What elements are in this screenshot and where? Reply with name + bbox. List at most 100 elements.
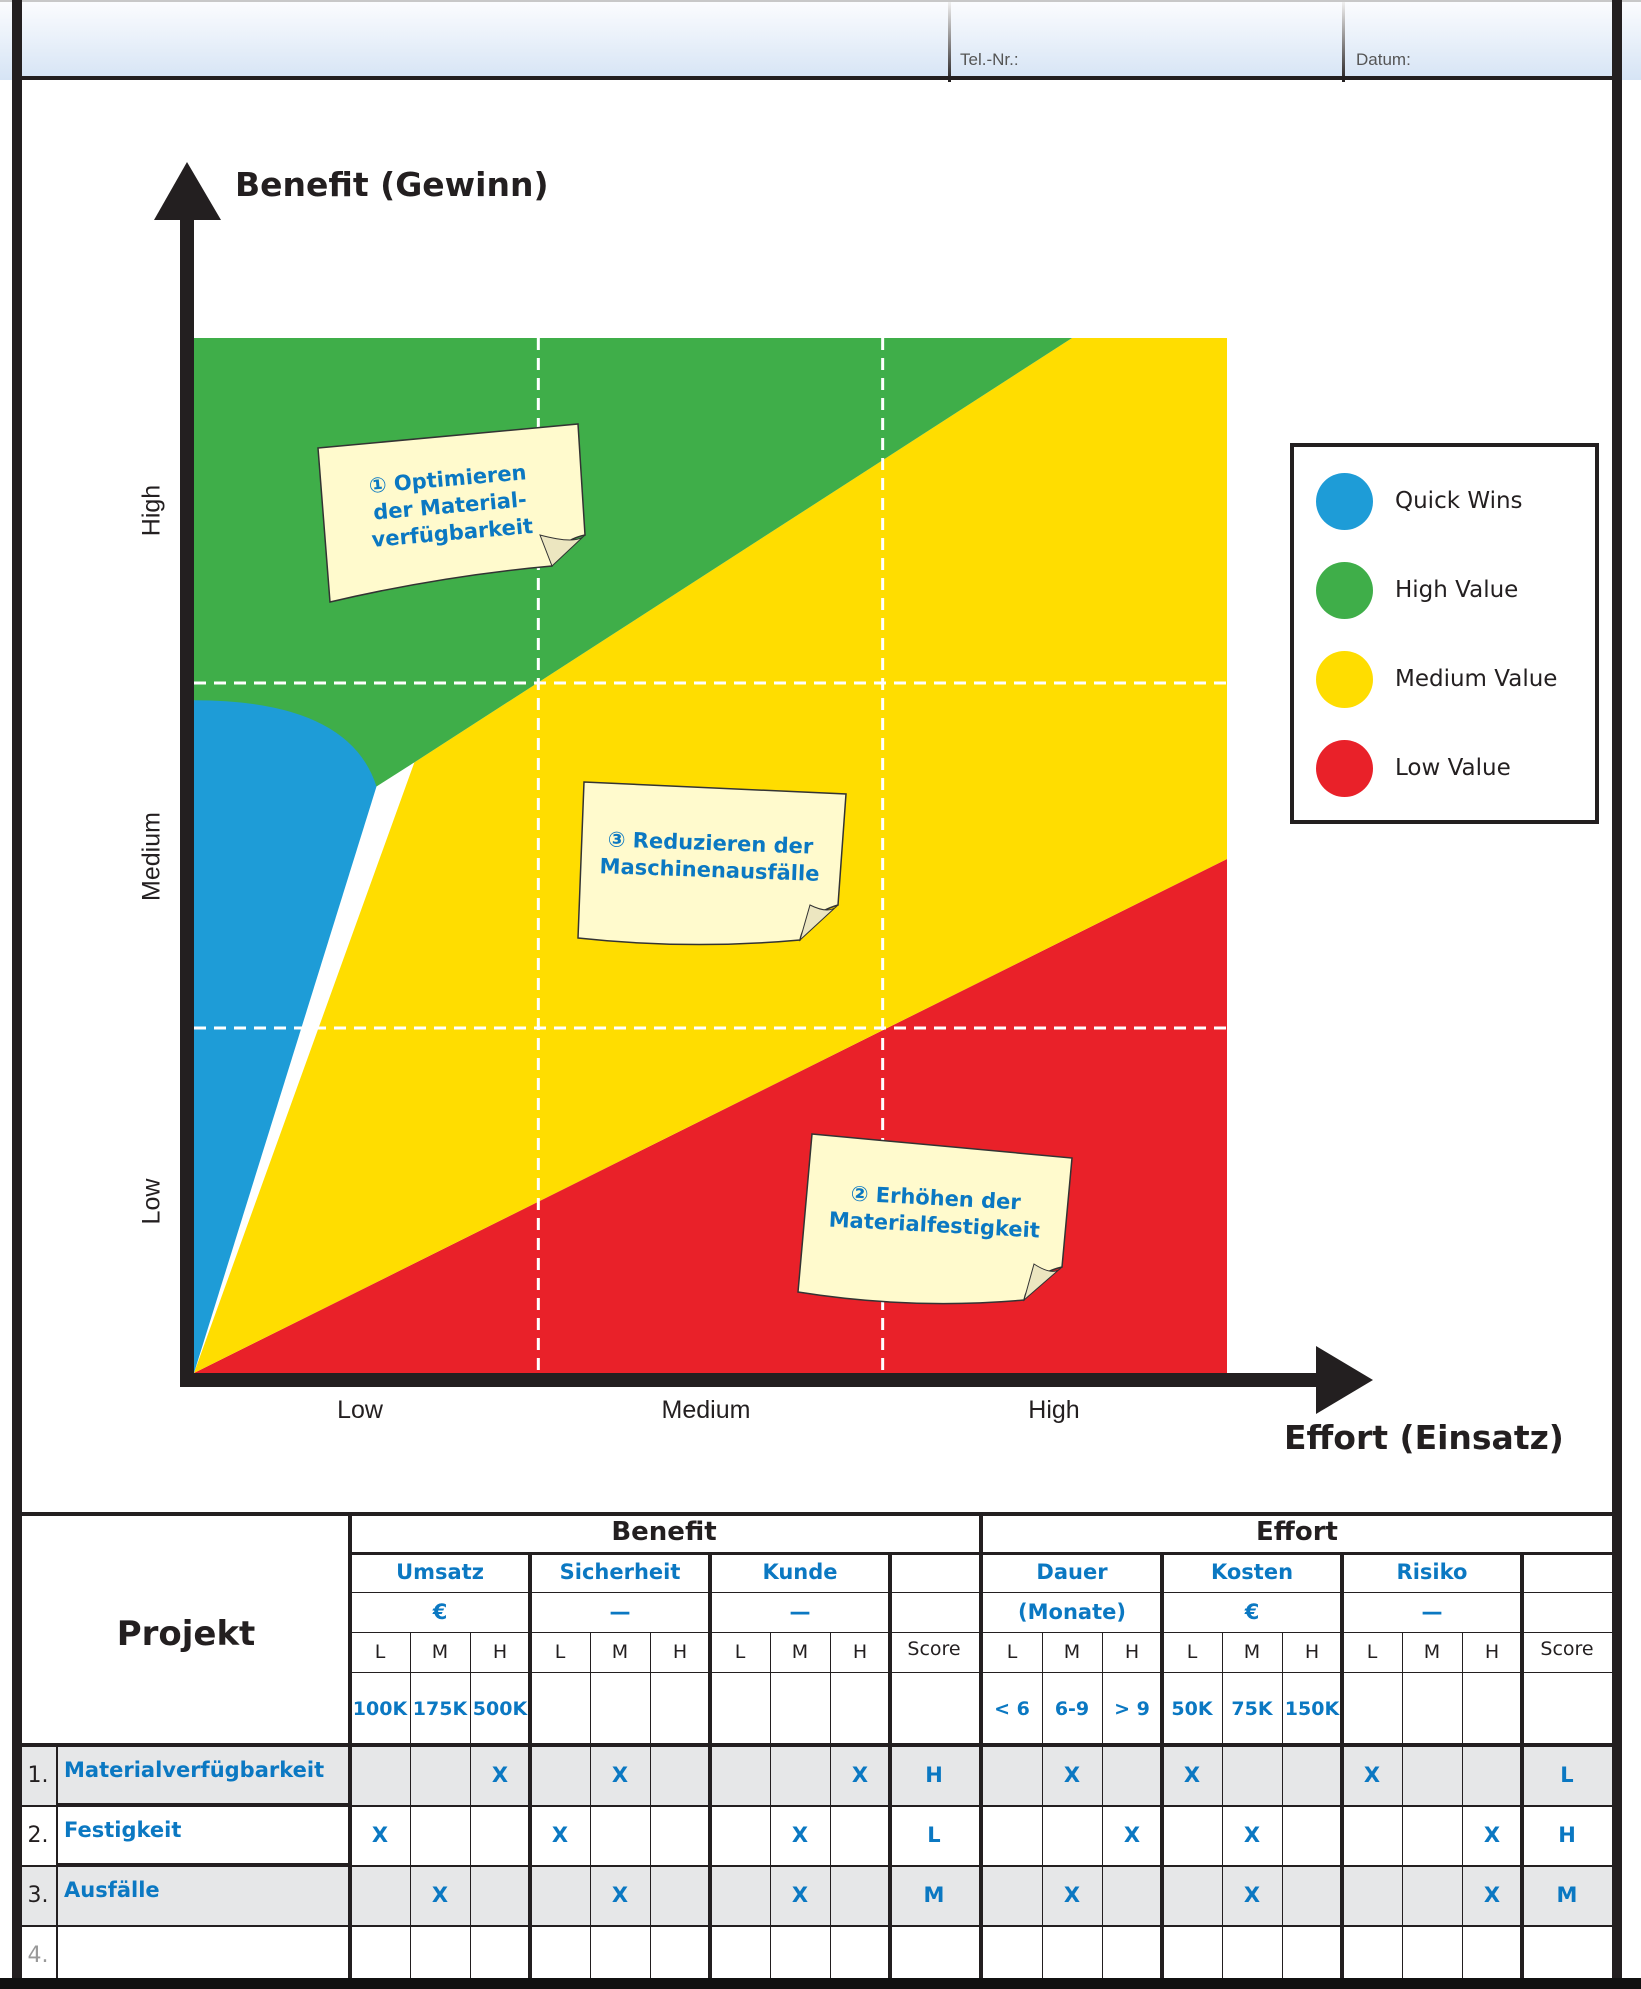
benefit-cell (770, 1745, 830, 1805)
effort-criterion-name: Kosten (1210, 1560, 1294, 1584)
effort-criterion-unit: € (1244, 1600, 1260, 1624)
effort-cell: X (1243, 1823, 1261, 1847)
table-col-rule (979, 1512, 983, 1978)
effort-cell (1402, 1805, 1462, 1865)
level-label: L (1006, 1641, 1018, 1663)
legend-dot-icon (1316, 561, 1373, 619)
level-label: L (1366, 1641, 1378, 1663)
effort-cell (982, 1805, 1042, 1865)
level-label: H (492, 1641, 508, 1663)
table-border-top (22, 1512, 1612, 1516)
benefit-cell (650, 1805, 710, 1865)
effort-cell (1222, 1925, 1282, 1985)
effort-cell (1402, 1745, 1462, 1805)
threshold-value (530, 1672, 590, 1745)
threshold-value: 50K (1171, 1697, 1213, 1720)
threshold-value: > 9 (1114, 1697, 1150, 1720)
frame-border-left (12, 0, 22, 1989)
table-col-rule (1160, 1552, 1164, 1978)
benefit-cell (350, 1745, 410, 1805)
table-col-rule (1340, 1552, 1344, 1978)
x-tick-high: High (1028, 1396, 1080, 1424)
threshold-value: 175K (412, 1697, 468, 1720)
benefit-cell (350, 1865, 410, 1925)
frame-border-right (1612, 0, 1622, 1989)
benefit-cell (590, 1805, 650, 1865)
effort-cell (1102, 1865, 1162, 1925)
benefit-cell (650, 1865, 710, 1925)
effort-cell (1342, 1925, 1402, 1985)
table-col-rule (830, 1632, 831, 1978)
benefit-cell: X (371, 1823, 389, 1847)
effort-cell (1342, 1865, 1402, 1925)
table-col-rule (708, 1552, 712, 1978)
effort-cell (1402, 1925, 1462, 1985)
level-label: H (672, 1641, 688, 1663)
table-col-rule (348, 1512, 352, 1978)
table-rule (58, 1863, 350, 1867)
x-axis-line (180, 1373, 1320, 1387)
threshold-value (1402, 1672, 1462, 1745)
benefit-cell (530, 1745, 590, 1805)
benefit-score-header: Score (907, 1637, 961, 1660)
benefit-header: Benefit (611, 1517, 717, 1547)
effort-criterion-name: Dauer (1036, 1560, 1108, 1584)
effort-cell (1222, 1745, 1282, 1805)
benefit-cell (650, 1745, 710, 1805)
level-label: M (611, 1641, 629, 1663)
note-3: ③ Reduzieren der Maschinenausfälle (589, 826, 831, 888)
level-label: L (374, 1641, 386, 1663)
table-col-rule (1462, 1632, 1463, 1978)
effort-cell (1282, 1745, 1342, 1805)
table-col-rule (650, 1632, 651, 1978)
x-axis-title: Effort (Einsatz) (1284, 1418, 1564, 1457)
y-tick-high: High (137, 484, 166, 537)
row-number: 2. (27, 1822, 49, 1848)
effort-cell (1102, 1925, 1162, 1985)
threshold-value: 75K (1231, 1697, 1273, 1720)
legend-item-low-value: Low Value (1316, 739, 1511, 797)
effort-cell (982, 1865, 1042, 1925)
legend-label: Quick Wins (1395, 488, 1523, 514)
level-label: H (852, 1641, 868, 1663)
table-col-rule (470, 1632, 471, 1978)
table-col-rule (1520, 1552, 1524, 1978)
project-name (58, 1925, 350, 1985)
effort-cell: X (1243, 1883, 1261, 1907)
benefit-cell: X (851, 1763, 869, 1787)
threshold-value: 500K (472, 1697, 528, 1720)
benefit-cell (710, 1865, 770, 1925)
y-tick-medium: Medium (137, 812, 166, 901)
benefit-cell (410, 1745, 470, 1805)
project-header: Projekt (116, 1613, 256, 1654)
row-number: 1. (27, 1762, 49, 1788)
benefit-score: L (927, 1823, 941, 1847)
effort-cell: X (1483, 1823, 1501, 1847)
effort-score-header: Score (1540, 1637, 1594, 1660)
legend: Quick Wins High Value Medium Value Low V… (1290, 443, 1599, 824)
benefit-cell (830, 1865, 890, 1925)
table-col-rule (590, 1632, 591, 1978)
effort-score: M (1556, 1883, 1578, 1907)
project-name: Ausfälle (64, 1878, 160, 1902)
threshold-value: 6-9 (1054, 1697, 1090, 1720)
level-label: M (1423, 1641, 1441, 1663)
row-number: 3. (27, 1882, 49, 1908)
benefit-cell: X (491, 1763, 509, 1787)
benefit-criterion-unit: € (432, 1600, 448, 1624)
y-axis-line (180, 220, 194, 1387)
effort-cell (1162, 1865, 1222, 1925)
effort-cell (1162, 1805, 1222, 1865)
threshold-value (830, 1672, 890, 1745)
table-col-rule (1222, 1632, 1223, 1978)
legend-item-medium-value: Medium Value (1316, 650, 1557, 708)
effort-cell (1162, 1925, 1222, 1985)
benefit-cell (470, 1805, 530, 1865)
table-col-rule (410, 1632, 411, 1978)
effort-cell: X (1483, 1883, 1501, 1907)
level-label: M (431, 1641, 449, 1663)
x-axis-arrow-icon (1316, 1346, 1373, 1414)
level-label: M (791, 1641, 809, 1663)
legend-dot-icon (1316, 650, 1373, 708)
effort-score: L (1560, 1763, 1574, 1787)
